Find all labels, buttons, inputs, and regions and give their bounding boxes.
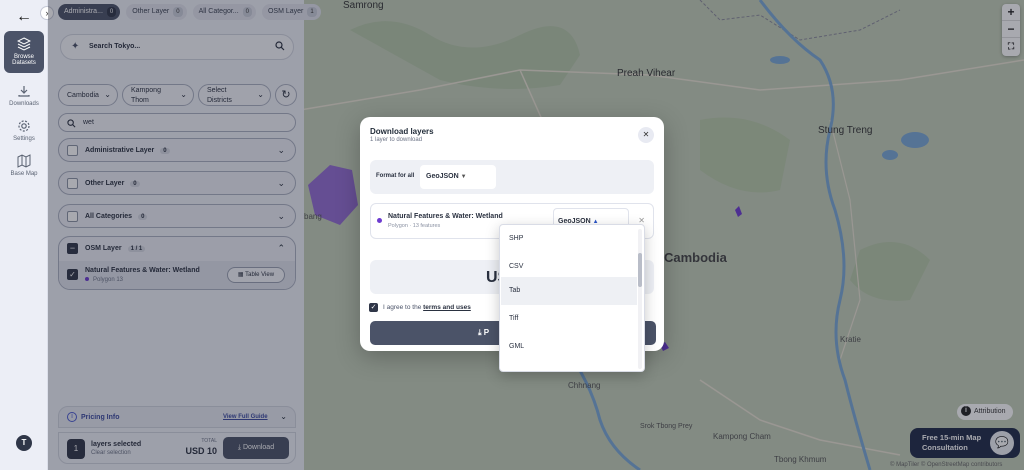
format-option-shp[interactable]: SHP xyxy=(501,225,637,253)
modal-title: Download layers xyxy=(370,127,434,136)
download-icon xyxy=(18,86,30,97)
rail-item-label: Downloads xyxy=(9,101,39,107)
format-for-all-select[interactable]: GeoJSON ▼ xyxy=(420,165,496,189)
rail-item-downloads[interactable]: Downloads xyxy=(4,84,44,107)
format-dropdown-menu: SHP CSV Tab Tiff GML xyxy=(499,224,645,372)
format-option-gml[interactable]: GML xyxy=(501,333,637,361)
gear-icon xyxy=(18,120,30,132)
chevron-down-icon: ▼ xyxy=(460,174,467,180)
terms-checkbox[interactable]: ✓ xyxy=(369,303,378,312)
layers-icon xyxy=(17,37,31,51)
left-rail: ← Browse Datasets Downloads Settings Bas… xyxy=(0,0,48,470)
rail-item-base-map[interactable]: Base Map xyxy=(4,154,44,177)
format-for-all-label: Format for all xyxy=(376,173,415,179)
polygon-dot-icon xyxy=(377,218,382,223)
format-option-tab[interactable]: Tab xyxy=(501,277,637,305)
menu-scrollbar-thumb[interactable] xyxy=(638,253,642,287)
map-icon xyxy=(17,154,31,168)
rail-item-label: Base Map xyxy=(10,171,38,177)
rail-item-browse-datasets[interactable]: Browse Datasets xyxy=(4,31,44,73)
menu-scrollbar-track[interactable] xyxy=(638,229,642,369)
rail-item-label: Browse Datasets xyxy=(12,54,36,66)
terms-agreement[interactable]: ✓ I agree to the terms and uses xyxy=(369,303,471,312)
format-option-tiff[interactable]: Tiff xyxy=(501,305,637,333)
close-icon[interactable]: ✕ xyxy=(638,127,654,143)
layer-subtitle: Polygon · 13 features xyxy=(388,223,441,229)
layer-title: Natural Features & Water: Wetland xyxy=(388,213,503,220)
rail-item-label: Settings xyxy=(13,136,35,142)
terms-link[interactable]: terms and uses xyxy=(423,304,471,311)
avatar[interactable]: T xyxy=(16,435,32,451)
back-arrow-icon[interactable]: ← xyxy=(14,8,34,26)
format-for-all-row: Format for all GeoJSON ▼ xyxy=(370,160,654,194)
rail-item-settings[interactable]: Settings xyxy=(4,119,44,142)
modal-subtitle: 1 layer to download xyxy=(370,137,423,143)
